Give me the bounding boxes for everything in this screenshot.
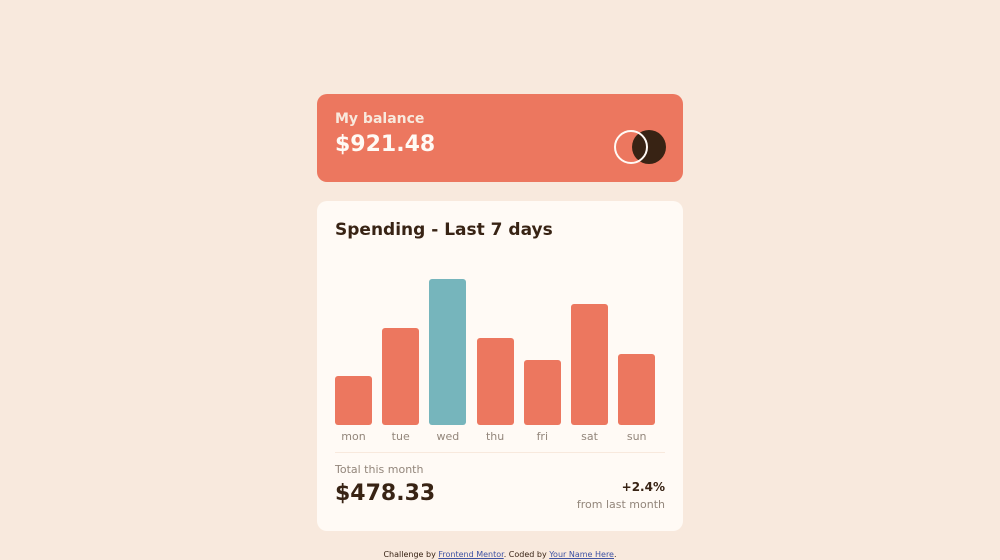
- author-link[interactable]: Your Name Here: [549, 550, 614, 559]
- bar-mon[interactable]: [335, 376, 372, 425]
- divider: [335, 452, 665, 453]
- spending-title: Spending - Last 7 days: [335, 220, 553, 240]
- change-percent: +2.4%: [621, 480, 665, 494]
- frontend-mentor-link[interactable]: Frontend Mentor: [438, 550, 503, 559]
- bar-thu[interactable]: [476, 338, 514, 425]
- attribution: Challenge by Frontend Mentor. Coded by Y…: [0, 550, 1000, 559]
- bar-label-fri: fri: [536, 430, 549, 443]
- bar-label-thu: thu: [485, 430, 505, 443]
- bar-label-mon: mon: [341, 430, 366, 443]
- bar-label-sun: sun: [626, 430, 647, 443]
- bar-label-wed: wed: [436, 430, 460, 443]
- change-label: from last month: [576, 498, 665, 511]
- attribution-middle: . Coded by: [503, 550, 550, 559]
- spending-chart: mon tue wed thu fri sat sun: [335, 259, 665, 443]
- total-amount: $478.33: [335, 481, 436, 506]
- balance-amount: $921.48: [335, 132, 436, 157]
- bar-label-sat: sat: [581, 430, 598, 443]
- bar-tue[interactable]: [382, 328, 420, 425]
- balance-label: My balance: [335, 111, 425, 127]
- bar-fri[interactable]: [523, 360, 561, 425]
- bar-sat[interactable]: [571, 304, 608, 425]
- bar-wed[interactable]: [429, 279, 467, 425]
- attribution-prefix: Challenge by: [383, 550, 439, 559]
- bar-sun[interactable]: [618, 354, 656, 425]
- bar-label-tue: tue: [391, 430, 410, 443]
- total-label: Total this month: [335, 463, 424, 476]
- logo-icon: [614, 130, 666, 164]
- balance-card: My balance $921.48: [317, 94, 683, 182]
- spending-card: Spending - Last 7 days mon tue wed thu fri sa…: [317, 201, 683, 531]
- attribution-suffix: .: [613, 550, 617, 559]
